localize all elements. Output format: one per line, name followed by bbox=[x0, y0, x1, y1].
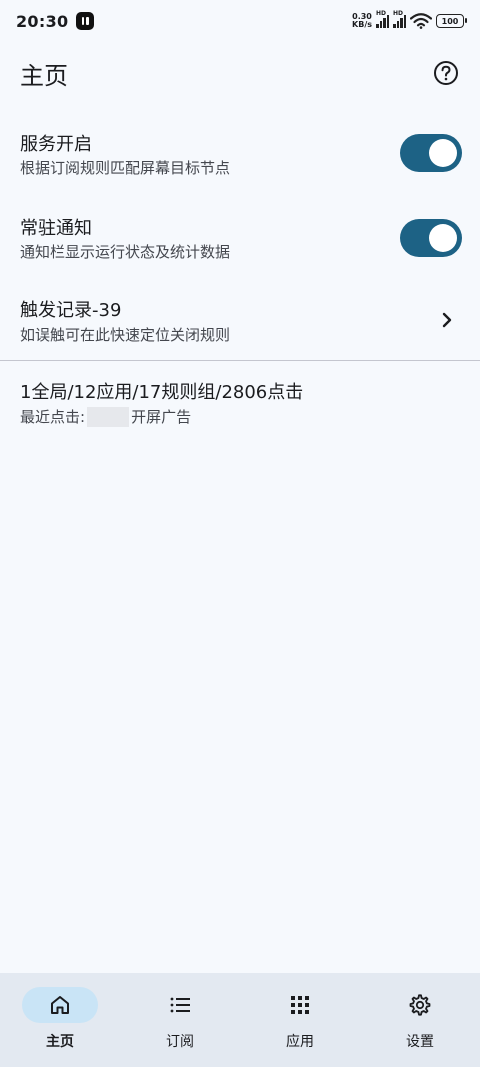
settings-gear-icon bbox=[409, 994, 431, 1016]
nav-label-home: 主页 bbox=[46, 1034, 74, 1050]
divider bbox=[0, 360, 480, 361]
status-time: 20:30 bbox=[16, 11, 69, 31]
signal-1-icon: HD bbox=[376, 10, 389, 28]
notification-subtitle: 通知栏显示运行状态及统计数据 bbox=[20, 243, 231, 261]
nav-indicator bbox=[22, 987, 98, 1023]
status-indicators: 0.30 KB/s HD HD 100 bbox=[352, 10, 467, 29]
help-icon bbox=[434, 61, 458, 85]
recent-click-rule: 开屏广告 bbox=[131, 408, 192, 426]
signal-2-icon: HD bbox=[393, 10, 406, 28]
recent-click: 最近点击: 开屏广告 bbox=[20, 406, 191, 427]
nav-label-settings: 设置 bbox=[406, 1034, 434, 1050]
chevron-right-icon bbox=[442, 312, 452, 328]
battery-icon: 100 bbox=[436, 14, 467, 28]
net-speed-unit: KB/s bbox=[352, 20, 372, 29]
home-icon bbox=[51, 996, 69, 1014]
service-toggle-row[interactable]: 服务开启 根据订阅规则匹配屏幕目标节点 bbox=[0, 120, 480, 190]
sim2-label: HD bbox=[393, 10, 404, 17]
notification-switch[interactable] bbox=[400, 219, 462, 257]
nav-item-apps[interactable]: 应用 bbox=[240, 973, 360, 1067]
status-bar: 20:30 0.30 KB/s HD HD 100 bbox=[0, 0, 480, 42]
battery-level: 100 bbox=[441, 16, 459, 26]
nav-indicator bbox=[142, 987, 218, 1023]
switch-thumb bbox=[429, 139, 457, 167]
nav-indicator bbox=[262, 987, 338, 1023]
list-icon bbox=[170, 997, 190, 1013]
net-speed: 0.30 KB/s bbox=[352, 13, 372, 29]
service-switch[interactable] bbox=[400, 134, 462, 172]
nav-item-settings[interactable]: 设置 bbox=[360, 973, 480, 1067]
redacted-app-name bbox=[87, 406, 130, 427]
nav-label-subscriptions: 订阅 bbox=[166, 1034, 194, 1050]
service-subtitle: 根据订阅规则匹配屏幕目标节点 bbox=[20, 159, 231, 177]
nav-indicator bbox=[382, 987, 458, 1023]
page-title: 主页 bbox=[20, 62, 68, 90]
nav-item-subscriptions[interactable]: 订阅 bbox=[120, 973, 240, 1067]
service-title: 服务开启 bbox=[20, 134, 92, 155]
stats-summary: 1全局/12应用/17规则组/2806点击 bbox=[20, 382, 304, 403]
trigger-log-title: 触发记录-39 bbox=[20, 300, 122, 321]
recent-click-label: 最近点击: bbox=[20, 408, 86, 426]
trigger-log-row[interactable]: 触发记录-39 如误触可在此快速定位关闭规则 bbox=[0, 288, 480, 356]
switch-thumb bbox=[429, 224, 457, 252]
pause-icon bbox=[76, 12, 95, 30]
notification-toggle-row[interactable]: 常驻通知 通知栏显示运行状态及统计数据 bbox=[0, 204, 480, 274]
bottom-navigation: 主页 订阅 应用 设置 bbox=[0, 973, 480, 1067]
apps-grid-icon bbox=[291, 996, 309, 1014]
help-button[interactable] bbox=[432, 59, 460, 87]
nav-label-apps: 应用 bbox=[286, 1034, 314, 1050]
trigger-log-subtitle: 如误触可在此快速定位关闭规则 bbox=[20, 326, 231, 344]
wifi-icon bbox=[410, 13, 432, 29]
notification-title: 常驻通知 bbox=[20, 218, 92, 239]
nav-item-home[interactable]: 主页 bbox=[0, 973, 120, 1067]
sim1-label: HD bbox=[376, 10, 387, 17]
